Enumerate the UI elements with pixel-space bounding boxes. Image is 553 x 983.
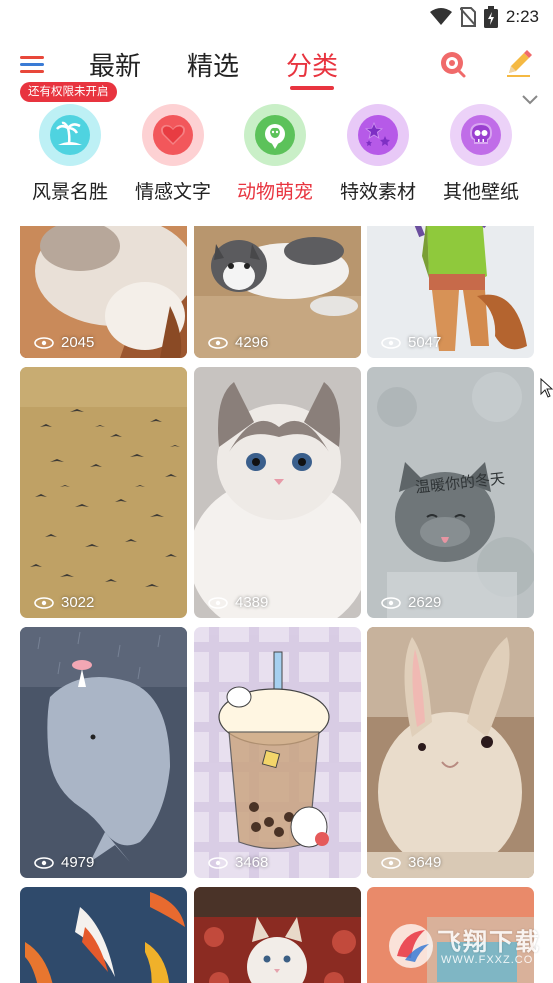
eye-icon — [381, 336, 401, 349]
search-icon[interactable] — [436, 48, 468, 80]
view-count-value: 4979 — [61, 854, 95, 871]
stars-icon — [358, 115, 398, 155]
eye-icon — [208, 856, 228, 869]
menu-icon-bar — [20, 63, 44, 66]
category-scenery[interactable]: 风景名胜 — [18, 104, 122, 204]
wallpaper-card[interactable]: 3468 — [194, 627, 361, 878]
category-label: 风景名胜 — [31, 182, 108, 203]
mouse-cursor-icon — [540, 378, 553, 398]
eye-icon — [34, 336, 54, 349]
menu-icon-bar — [20, 70, 44, 73]
category-pets[interactable]: 动物萌宠 — [223, 104, 327, 204]
watermark-url: WWW.FXXZ.COM — [441, 954, 544, 966]
wallpaper-image — [20, 887, 187, 983]
wallpaper-image — [20, 367, 187, 618]
category-label: 动物萌宠 — [236, 182, 313, 203]
category-label: 情感文字 — [134, 182, 211, 203]
category-emotion-text[interactable]: 情感文字 — [121, 104, 225, 204]
view-count-value: 2045 — [61, 334, 95, 351]
no-sim-icon — [459, 7, 476, 27]
view-count: 3022 — [34, 594, 94, 611]
wallpaper-image — [20, 627, 187, 878]
skull-icon — [461, 115, 501, 155]
view-count-value: 3468 — [235, 854, 269, 871]
view-count-value: 2629 — [408, 594, 442, 611]
category-other[interactable]: 其他壁纸 — [429, 104, 533, 204]
menu-button[interactable] — [20, 54, 46, 76]
battery-charging-icon — [483, 6, 498, 28]
wallpaper-card[interactable] — [194, 887, 361, 983]
watermark-logo-icon — [389, 924, 433, 968]
wallpaper-card[interactable]: 2045 — [20, 226, 187, 358]
view-count: 4979 — [34, 854, 94, 871]
permission-badge[interactable]: 还有权限未开启 — [20, 82, 117, 102]
wallpaper-image — [194, 627, 361, 878]
category-effects[interactable]: 特效素材 — [326, 104, 430, 204]
eye-icon — [381, 596, 401, 609]
pet-dog-icon — [255, 115, 295, 155]
eye-icon — [34, 596, 54, 609]
active-tab-indicator — [290, 86, 334, 90]
top-nav: 还有权限未开启 最新 精选 分类 — [0, 34, 553, 102]
view-count: 2629 — [381, 594, 441, 611]
wifi-icon — [429, 8, 452, 25]
wallpaper-card[interactable]: 5047 — [367, 226, 534, 358]
view-count: 5047 — [381, 334, 441, 351]
status-time: 2:23 — [505, 7, 539, 26]
view-count-value: 5047 — [408, 334, 442, 351]
view-count: 3468 — [208, 854, 268, 871]
eye-icon — [208, 596, 228, 609]
view-count: 4296 — [208, 334, 268, 351]
wallpaper-card[interactable]: 4296 — [194, 226, 361, 358]
tab-featured[interactable]: 精选 — [187, 46, 239, 83]
view-count: 4389 — [208, 594, 268, 611]
wallpaper-card[interactable]: 温暖你的冬天 2629 — [367, 367, 534, 618]
wallpaper-card[interactable]: 3649 — [367, 627, 534, 878]
wallpaper-grid: 2045 4296 5047 3022 4389 温暖你的冬天 2629 497… — [0, 226, 553, 983]
view-count-value: 3649 — [408, 854, 442, 871]
view-count: 3649 — [381, 854, 441, 871]
category-label: 其他壁纸 — [442, 182, 519, 203]
wallpaper-card[interactable] — [20, 887, 187, 983]
category-row: 风景名胜 情感文字 动物萌宠 特效素材 其他壁纸 — [0, 104, 553, 214]
palm-island-icon — [50, 115, 90, 155]
status-bar: 2:23 — [0, 0, 553, 34]
wallpaper-card[interactable]: 3022 — [20, 367, 187, 618]
heart-icon — [153, 115, 193, 155]
view-count: 2045 — [34, 334, 94, 351]
view-count-value: 4389 — [235, 594, 269, 611]
watermark-title: 飞翔下载 — [437, 929, 541, 956]
view-count-value: 4296 — [235, 334, 269, 351]
watermark: 飞翔下载 WWW.FXXZ.COM — [385, 918, 545, 974]
wallpaper-card[interactable]: 4389 — [194, 367, 361, 618]
eye-icon — [381, 856, 401, 869]
tab-latest[interactable]: 最新 — [89, 46, 141, 83]
wallpaper-image — [194, 367, 361, 618]
wallpaper-image — [367, 627, 534, 878]
eye-icon — [34, 856, 54, 869]
wallpaper-image — [194, 887, 361, 983]
category-label: 特效素材 — [339, 182, 416, 203]
wallpaper-card[interactable]: 4979 — [20, 627, 187, 878]
pencil-icon[interactable] — [504, 48, 534, 78]
tab-category[interactable]: 分类 — [286, 46, 338, 83]
view-count-value: 3022 — [61, 594, 95, 611]
eye-icon — [208, 336, 228, 349]
menu-icon-bar — [20, 56, 44, 59]
